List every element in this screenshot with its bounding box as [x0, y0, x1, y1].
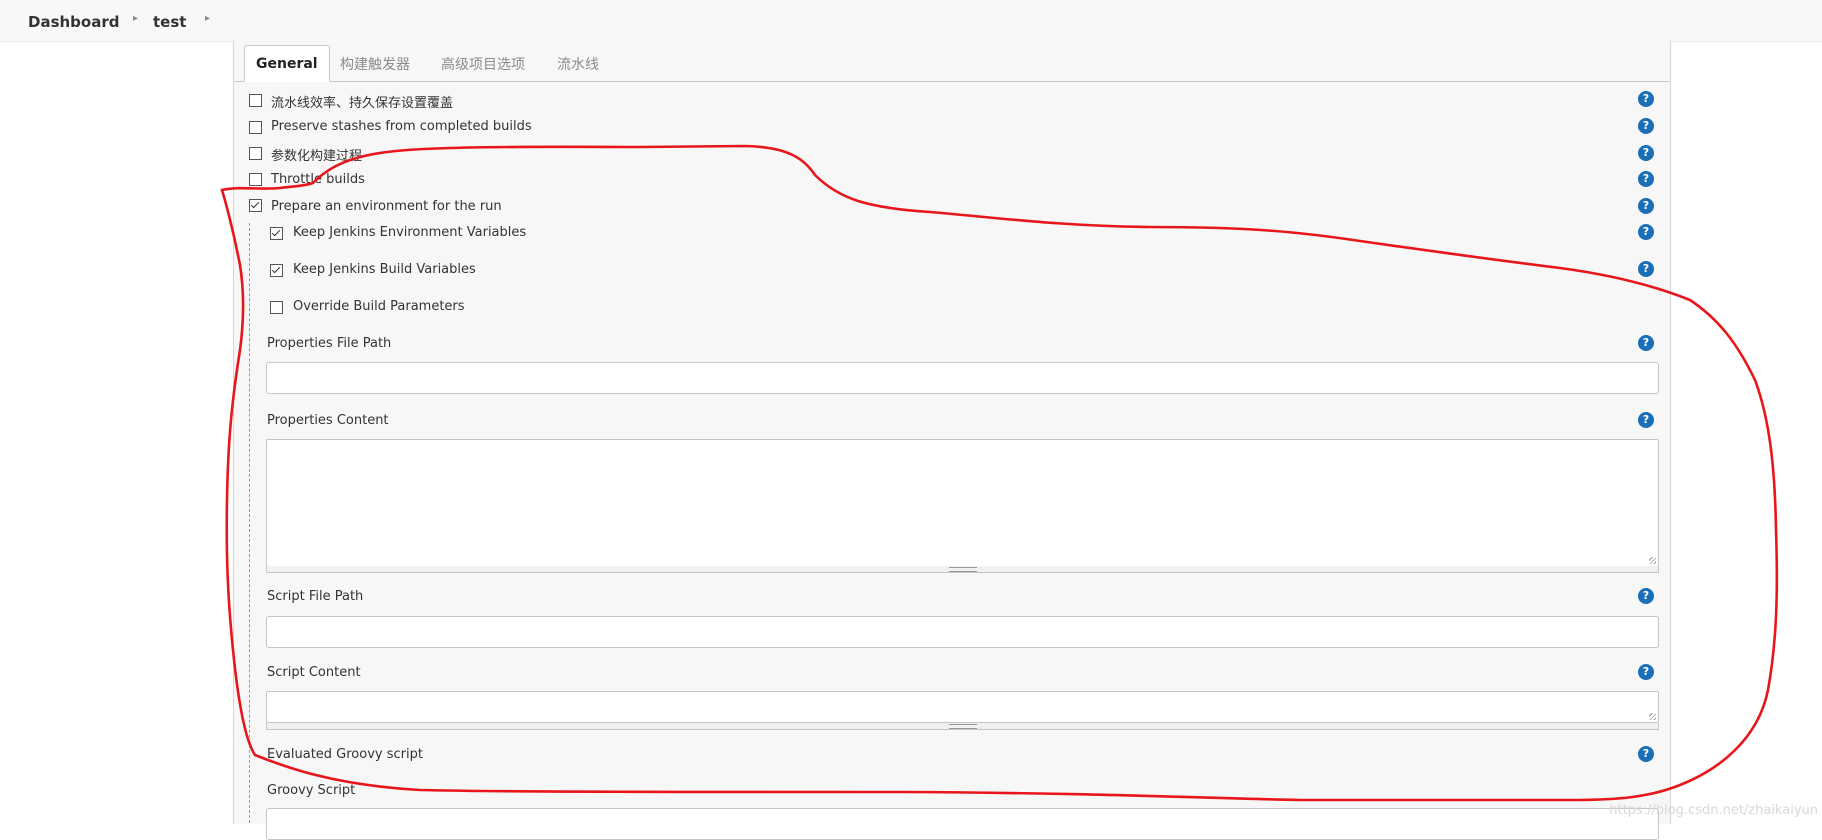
- tab-general[interactable]: General: [244, 45, 330, 82]
- script-file-path-input[interactable]: [266, 616, 1659, 648]
- help-icon[interactable]: ?: [1638, 588, 1654, 604]
- groovy-script-label: Groovy Script: [267, 783, 356, 798]
- keep-build-vars-checkbox[interactable]: [270, 264, 283, 277]
- tab-advanced-options[interactable]: 高级项目选项: [441, 54, 525, 74]
- keep-env-vars-label: Keep Jenkins Environment Variables: [293, 225, 527, 240]
- section-indent-line: [249, 223, 250, 823]
- resize-grip-icon[interactable]: [1649, 713, 1656, 720]
- help-icon[interactable]: ?: [1638, 118, 1654, 134]
- help-icon[interactable]: ?: [1638, 171, 1654, 187]
- textarea-drag-handle[interactable]: [266, 566, 1659, 573]
- tab-pipeline[interactable]: 流水线: [557, 54, 599, 74]
- help-icon[interactable]: ?: [1638, 145, 1654, 161]
- help-icon[interactable]: ?: [1638, 91, 1654, 107]
- help-icon[interactable]: ?: [1638, 746, 1654, 762]
- option-label: Throttle builds: [271, 172, 365, 187]
- option-checkbox[interactable]: [249, 147, 262, 160]
- prepare-env-checkbox[interactable]: [249, 199, 262, 212]
- option-label: Preserve stashes from completed builds: [271, 119, 532, 134]
- textarea-drag-handle[interactable]: [266, 723, 1659, 730]
- breadcrumb-dashboard[interactable]: Dashboard: [28, 13, 119, 31]
- option-checkbox[interactable]: [249, 173, 262, 186]
- groovy-script-input[interactable]: [266, 808, 1659, 840]
- option-label: 流水线效率、持久保存设置覆盖: [271, 96, 454, 111]
- help-icon[interactable]: ?: [1638, 261, 1654, 277]
- help-icon[interactable]: ?: [1638, 224, 1654, 240]
- option-checkbox[interactable]: [249, 94, 262, 107]
- option-label: 参数化构建过程: [271, 149, 363, 164]
- tab-build-triggers[interactable]: 构建触发器: [340, 54, 410, 74]
- script-file-path-label: Script File Path: [267, 589, 364, 604]
- option-checkbox[interactable]: [249, 121, 262, 134]
- breadcrumb: Dashboard ▸ test ▸: [0, 0, 1822, 42]
- option-label: Prepare an environment for the run: [271, 199, 502, 214]
- script-content-label: Script Content: [267, 665, 361, 680]
- properties-file-path-input[interactable]: [266, 362, 1659, 394]
- chevron-right-icon[interactable]: ▸: [133, 13, 138, 24]
- watermark: https://blog.csdn.net/zhaikaiyun: [1609, 803, 1818, 818]
- keep-build-vars-label: Keep Jenkins Build Variables: [293, 262, 476, 277]
- tab-bar: General 构建触发器 高级项目选项 流水线: [234, 41, 1670, 82]
- help-icon[interactable]: ?: [1638, 198, 1654, 214]
- script-content-textarea[interactable]: [266, 691, 1659, 723]
- chevron-right-icon[interactable]: ▸: [205, 13, 210, 24]
- override-params-checkbox[interactable]: [270, 301, 283, 314]
- properties-content-label: Properties Content: [267, 413, 389, 428]
- help-icon[interactable]: ?: [1638, 335, 1654, 351]
- config-panel: General 构建触发器 高级项目选项 流水线 流水线效率、持久保存设置覆盖 …: [233, 41, 1671, 840]
- override-params-label: Override Build Parameters: [293, 299, 465, 314]
- help-icon[interactable]: ?: [1638, 412, 1654, 428]
- breadcrumb-test[interactable]: test: [153, 13, 186, 31]
- help-icon[interactable]: ?: [1638, 664, 1654, 680]
- properties-file-path-label: Properties File Path: [267, 336, 392, 351]
- resize-grip-icon[interactable]: [1649, 557, 1656, 564]
- properties-content-textarea[interactable]: [266, 439, 1659, 567]
- evaluated-groovy-label: Evaluated Groovy script: [267, 747, 423, 762]
- keep-env-vars-checkbox[interactable]: [270, 227, 283, 240]
